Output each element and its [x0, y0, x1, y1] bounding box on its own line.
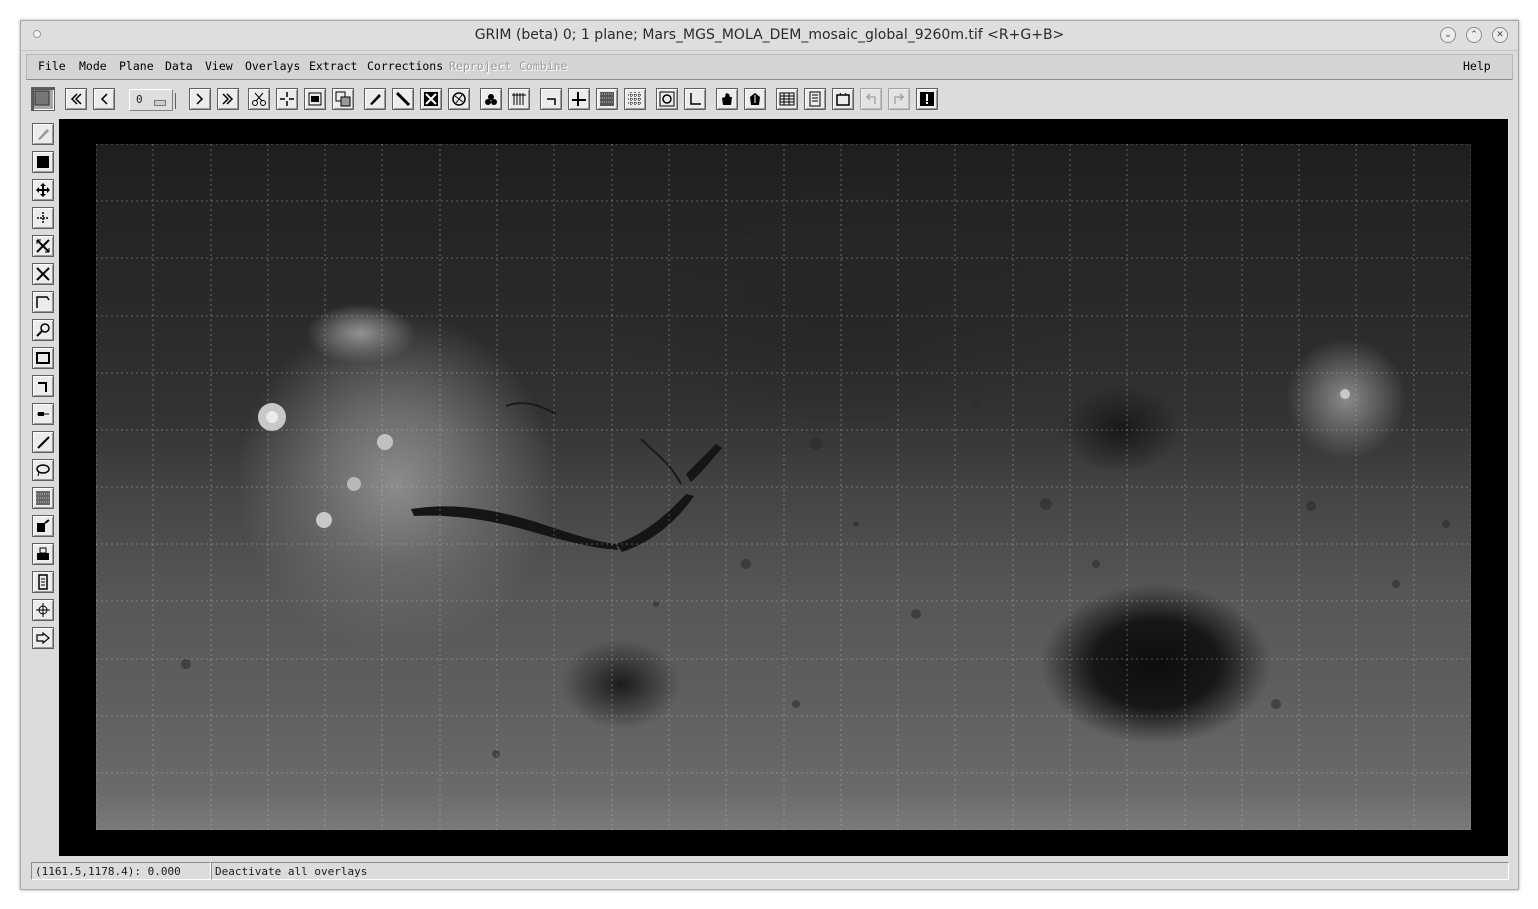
plane-spin-icon[interactable]: [154, 100, 166, 106]
alert-icon[interactable]: [916, 88, 938, 110]
box-icon[interactable]: [32, 347, 54, 369]
plane-number: 0: [136, 93, 143, 106]
expand-icon[interactable]: [32, 235, 54, 257]
last-plane-icon[interactable]: [217, 88, 239, 110]
menu-data[interactable]: Data: [165, 59, 193, 73]
plane-number-field[interactable]: 0: [129, 89, 173, 111]
menu-file[interactable]: File: [38, 59, 66, 73]
current-plane-icon[interactable]: [31, 87, 55, 111]
measure-icon[interactable]: [32, 291, 54, 313]
pencil-icon[interactable]: [364, 88, 386, 110]
rotate-icon[interactable]: [32, 207, 54, 229]
close-icon[interactable]: ✕: [1492, 27, 1508, 43]
menu-plane[interactable]: Plane: [119, 59, 154, 73]
cut-icon[interactable]: [248, 88, 270, 110]
first-plane-icon[interactable]: [65, 88, 87, 110]
menu-extract[interactable]: Extract: [309, 59, 357, 73]
lat-lon-grid: [96, 144, 1471, 830]
pan-icon[interactable]: [744, 88, 766, 110]
toolbar-separator: [175, 93, 176, 109]
cross-icon[interactable]: [568, 88, 590, 110]
toolbar: 0: [26, 83, 1511, 117]
line-icon[interactable]: [392, 88, 414, 110]
stars-icon[interactable]: [480, 88, 502, 110]
mars-elevation-map[interactable]: [96, 144, 1471, 830]
menu-mode[interactable]: Mode: [79, 59, 107, 73]
slider-icon[interactable]: [32, 403, 54, 425]
next-plane-icon[interactable]: [189, 88, 211, 110]
play-icon[interactable]: [32, 627, 54, 649]
grid-lines-icon[interactable]: [508, 88, 530, 110]
select-icon[interactable]: [32, 151, 54, 173]
menu-combine: Combine: [519, 59, 568, 73]
zoom-icon[interactable]: [32, 319, 54, 341]
pencil-mode-icon[interactable]: [32, 123, 54, 145]
hand-icon[interactable]: [716, 88, 738, 110]
camera-icon[interactable]: [832, 88, 854, 110]
globe-icon[interactable]: [448, 88, 470, 110]
notes-icon[interactable]: [804, 88, 826, 110]
target-icon[interactable]: [656, 88, 678, 110]
undo-icon[interactable]: [860, 88, 882, 110]
document-icon[interactable]: [32, 571, 54, 593]
axes-icon[interactable]: [684, 88, 706, 110]
crosshair-icon[interactable]: [276, 88, 298, 110]
corner-icon[interactable]: [540, 88, 562, 110]
title-bar[interactable]: GRIM (beta) 0; 1 plane; Mars_MGS_MOLA_DE…: [21, 21, 1518, 51]
table-icon[interactable]: [776, 88, 798, 110]
clear-icon[interactable]: [420, 88, 442, 110]
grim-window: GRIM (beta) 0; 1 plane; Mars_MGS_MOLA_DE…: [20, 20, 1519, 890]
redo-icon[interactable]: [888, 88, 910, 110]
menu-overlays[interactable]: Overlays: [245, 59, 300, 73]
window-title: GRIM (beta) 0; 1 plane; Mars_MGS_MOLA_DE…: [474, 27, 1065, 43]
status-bar: (1161.5,1178.4): 0.000 Deactivate all ov…: [26, 862, 1511, 882]
menu-reproject: Reproject: [449, 59, 512, 73]
corner-tool-icon[interactable]: [32, 375, 54, 397]
lasso-icon[interactable]: [32, 459, 54, 481]
frame-icon[interactable]: [304, 88, 326, 110]
copy-icon[interactable]: [332, 88, 354, 110]
minimize-icon[interactable]: ⌄: [1440, 27, 1456, 43]
dither-icon[interactable]: [596, 88, 618, 110]
previous-plane-icon[interactable]: [93, 88, 115, 110]
shrink-icon[interactable]: [32, 263, 54, 285]
image-viewport[interactable]: [59, 119, 1508, 856]
center-icon[interactable]: [32, 599, 54, 621]
menu-corrections[interactable]: Corrections: [367, 59, 443, 73]
status-message: Deactivate all overlays: [211, 862, 1509, 880]
menu-bar: File Mode Plane Data View Overlays Extra…: [26, 54, 1513, 80]
texture-icon[interactable]: [32, 487, 54, 509]
stamp-icon[interactable]: [32, 543, 54, 565]
maximize-icon[interactable]: ⌃: [1466, 27, 1482, 43]
menu-help[interactable]: Help: [1463, 59, 1491, 73]
cursor-coordinates: (1161.5,1178.4): 0.000: [31, 862, 211, 880]
menu-view[interactable]: View: [205, 59, 233, 73]
move-icon[interactable]: [32, 179, 54, 201]
draw-line-icon[interactable]: [32, 431, 54, 453]
spray-icon[interactable]: [32, 515, 54, 537]
mesh-icon[interactable]: [624, 88, 646, 110]
